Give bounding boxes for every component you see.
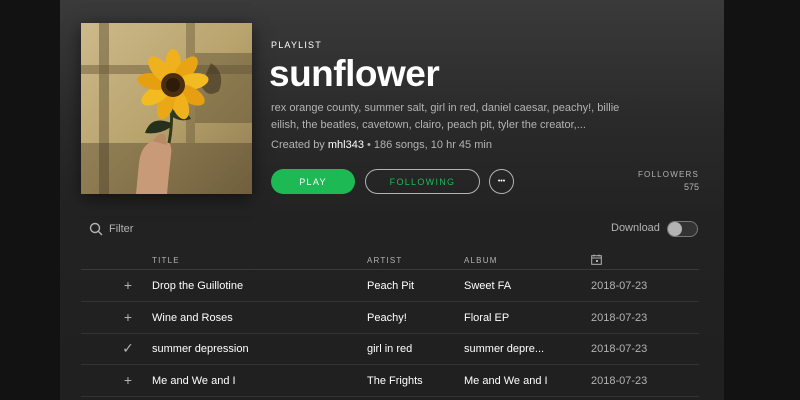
check-icon[interactable]: ✓ xyxy=(121,341,135,355)
track-table-header: TITLE ARTIST ALBUM xyxy=(81,252,699,270)
track-artist[interactable]: Peach Pit xyxy=(367,280,414,292)
track-album[interactable]: Sweet FA xyxy=(464,280,564,292)
header-title[interactable]: TITLE xyxy=(152,256,180,265)
track-artist[interactable]: Peachy! xyxy=(367,312,407,324)
play-button[interactable]: PLAY xyxy=(271,169,355,194)
page-title: sunflower xyxy=(269,53,440,94)
playlist-cover-image xyxy=(81,23,252,194)
header-date-added[interactable] xyxy=(591,254,602,267)
download-toggle[interactable] xyxy=(667,221,698,237)
header-artist[interactable]: ARTIST xyxy=(367,256,403,265)
track-artist[interactable]: girl in red xyxy=(367,343,412,355)
track-date-added: 2018-07-23 xyxy=(591,280,648,292)
plus-icon[interactable]: + xyxy=(121,278,135,292)
track-title: Drop the Guillotine xyxy=(152,280,244,292)
track-date-added: 2018-07-23 xyxy=(591,343,648,355)
plus-icon[interactable]: + xyxy=(121,373,135,387)
following-button[interactable]: FOLLOWING xyxy=(365,169,480,194)
more-options-button[interactable]: ••• xyxy=(489,169,514,194)
playlist-artists-description: rex orange county, summer salt, girl in … xyxy=(271,102,620,131)
track-album[interactable]: Me and We and I xyxy=(464,375,564,387)
friend-activity-panel xyxy=(724,0,800,400)
filter-input[interactable] xyxy=(109,223,219,235)
track-date-added: 2018-07-23 xyxy=(591,374,648,387)
playlist-type-label: PLAYLIST xyxy=(271,40,322,50)
owner-link[interactable]: mhl343 xyxy=(328,139,364,151)
track-title: summer depression xyxy=(152,343,249,355)
track-row[interactable]: + Wine and Roses Peachy! Floral EP 2018-07-2… xyxy=(81,303,699,334)
sidebar xyxy=(0,0,60,400)
track-title: Wine and Roses xyxy=(152,311,233,324)
track-row[interactable]: + Drop the Guillotine Peach Pit Sweet FA 201… xyxy=(81,271,699,302)
search-icon xyxy=(89,222,103,236)
track-album[interactable]: Floral EP xyxy=(464,312,564,324)
header-album[interactable]: ALBUM xyxy=(464,256,498,265)
toggle-knob xyxy=(668,222,682,236)
track-date-added: 2018-07-23 xyxy=(591,311,648,324)
track-album[interactable]: summer depre... xyxy=(464,343,564,355)
track-title: Me and We and I xyxy=(152,374,236,387)
created-by-label: Created by xyxy=(271,139,328,151)
followers-count: 575 xyxy=(683,182,699,192)
playlist-stats: • 186 songs, 10 hr 45 min xyxy=(363,139,492,151)
track-row[interactable]: ✓ summer depression girl in red summer depr… xyxy=(81,334,699,365)
playlist-view: PLAYLIST sunflower rex orange county, su… xyxy=(60,0,724,400)
playlist-meta: Created by mhl343 • 186 songs, 10 hr 45 … xyxy=(271,139,492,151)
download-label: Download xyxy=(611,222,660,234)
plus-icon[interactable]: + xyxy=(121,310,135,324)
calendar-icon xyxy=(591,254,602,265)
filter-box[interactable] xyxy=(89,221,229,237)
track-row[interactable]: + Me and We and I The Frights Me and We and… xyxy=(81,366,699,397)
track-artist[interactable]: The Frights xyxy=(367,375,423,387)
followers-label: FOLLOWERS xyxy=(637,170,699,179)
ellipsis-icon: ••• xyxy=(497,178,506,185)
